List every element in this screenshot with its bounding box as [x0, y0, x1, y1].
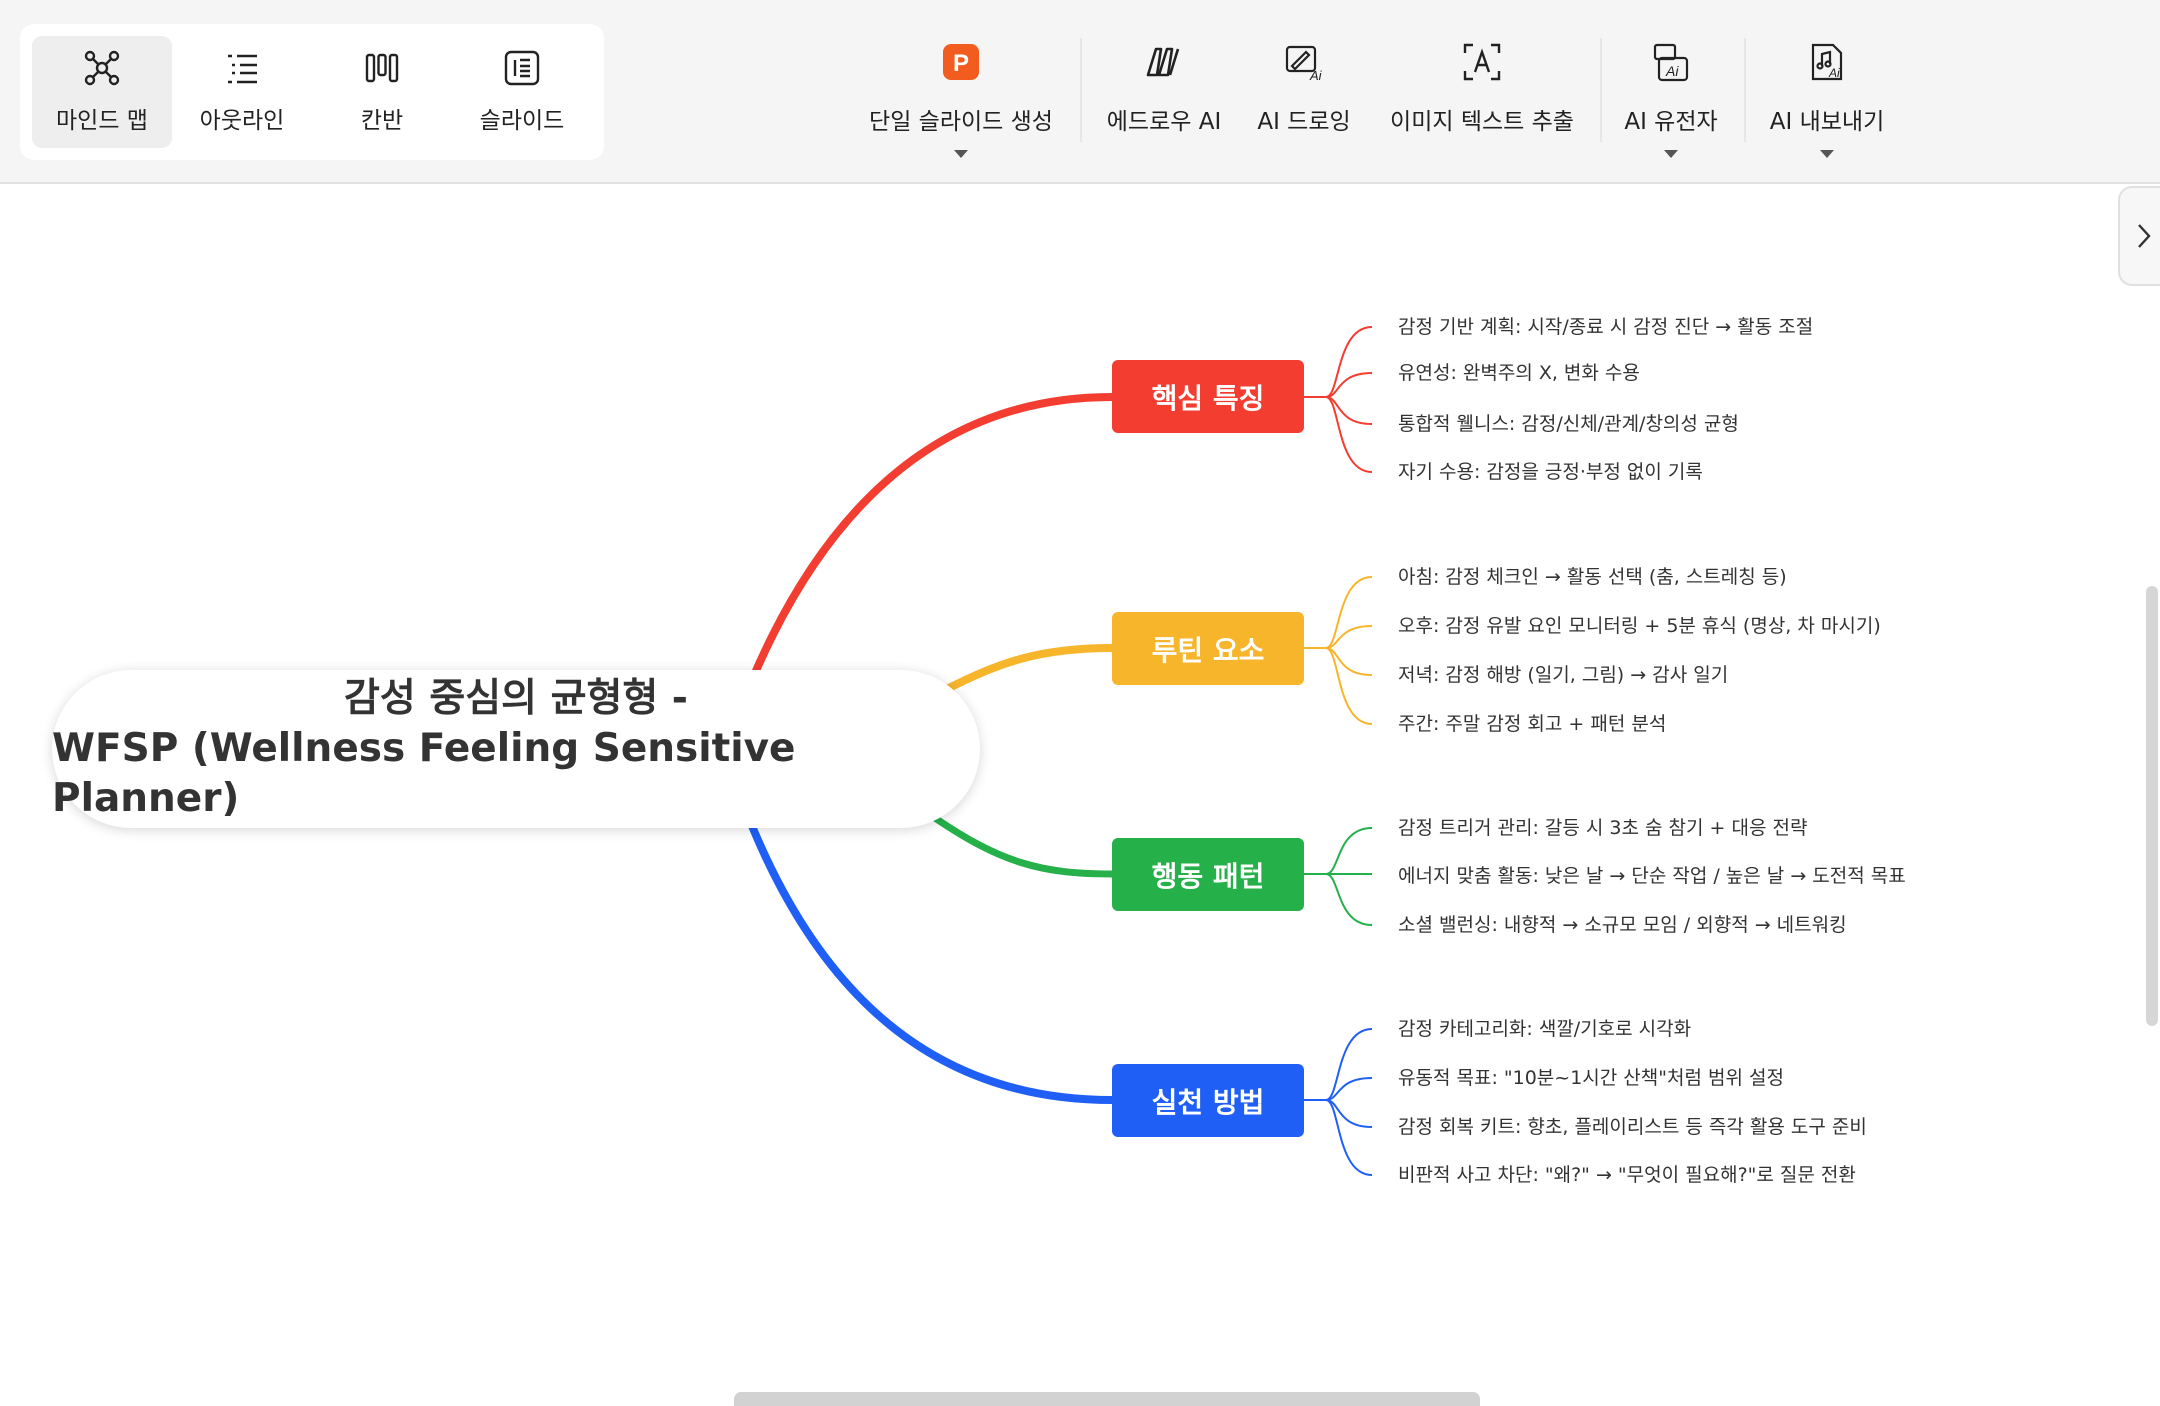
branch-practice-methods[interactable]: 실천 방법 — [1112, 1064, 1304, 1137]
root-topic[interactable]: 감성 중심의 균형형 - WFSP (Wellness Feeling Sens… — [52, 670, 980, 828]
leaf-topic[interactable]: 주간: 주말 감정 회고 + 패턴 분석 — [1398, 706, 1666, 742]
leaf-topic[interactable]: 자기 수용: 감정을 긍정·부정 없이 기록 — [1398, 454, 1703, 490]
connector-leaf — [1304, 326, 1373, 398]
branch-core-features[interactable]: 핵심 특징 — [1112, 360, 1304, 433]
chevron-right-icon — [2138, 224, 2151, 248]
connector-leaf — [1304, 625, 1373, 649]
connector-leaf — [1304, 1028, 1373, 1101]
connector-leaf — [1304, 576, 1373, 649]
connector-leaf — [1304, 1077, 1373, 1101]
connector-leaf — [1304, 647, 1373, 676]
connector-leaf — [1304, 372, 1373, 398]
side-panel-toggle[interactable] — [2118, 186, 2160, 286]
leaf-topic[interactable]: 유연성: 완벽주의 X, 변화 수용 — [1398, 355, 1640, 391]
leaf-topic[interactable]: 비판적 사고 차단: "왜?" → "무엇이 필요해?"로 질문 전환 — [1398, 1157, 1856, 1193]
connector-leaf — [1304, 873, 1373, 926]
branch-routine-elements[interactable]: 루틴 요소 — [1112, 612, 1304, 685]
root-topic-line1: 감성 중심의 균형형 - — [344, 676, 688, 721]
leaf-topic[interactable]: 오후: 감정 유발 요인 모니터링 + 5분 휴식 (명상, 차 마시기) — [1398, 608, 1881, 644]
leaf-topic[interactable]: 감정 트리거 관리: 갈등 시 3초 숨 참기 + 대응 전략 — [1398, 810, 1807, 846]
leaf-topic[interactable]: 유동적 목표: "10분~1시간 산책"처럼 범위 설정 — [1398, 1060, 1784, 1096]
leaf-topic[interactable]: 통합적 웰니스: 감정/신체/관계/창의성 균형 — [1398, 406, 1739, 442]
leaf-topic[interactable]: 저녁: 감정 해방 (일기, 그림) → 감사 일기 — [1398, 657, 1728, 693]
horizontal-scrollbar[interactable] — [734, 1392, 1480, 1406]
leaf-topic[interactable]: 감정 카테고리화: 색깔/기호로 시각화 — [1398, 1011, 1691, 1047]
root-topic-line2: WFSP (Wellness Feeling Sensitive Planner… — [52, 726, 796, 821]
connector-branch-3 — [931, 814, 1116, 878]
connector-branch-2 — [941, 644, 1116, 694]
leaf-topic[interactable]: 에너지 맞춤 활동: 낮은 날 → 단순 작업 / 높은 날 → 도전적 목표 — [1398, 858, 1906, 894]
connector-branch-1 — [748, 393, 1116, 684]
branch-behavior-patterns[interactable]: 행동 패턴 — [1112, 838, 1304, 911]
vertical-scrollbar[interactable] — [2146, 586, 2158, 1026]
leaf-topic[interactable]: 아침: 감정 체크인 → 활동 선택 (춤, 스트레칭 등) — [1398, 559, 1787, 595]
leaf-topic[interactable]: 감정 회복 키트: 향초, 플레이리스트 등 즉각 활용 도구 준비 — [1398, 1109, 1867, 1145]
leaf-topic[interactable]: 소셜 밸런싱: 내향적 → 소규모 모임 / 외향적 → 네트워킹 — [1398, 907, 1847, 943]
connector-leaf — [1304, 827, 1373, 875]
leaf-topic[interactable]: 감정 기반 계획: 시작/종료 시 감정 진단 → 활동 조절 — [1398, 309, 1813, 345]
